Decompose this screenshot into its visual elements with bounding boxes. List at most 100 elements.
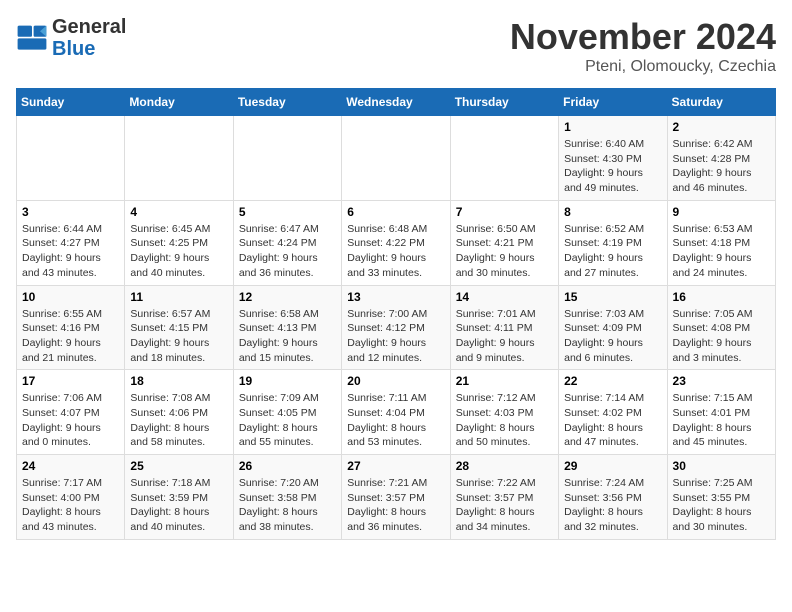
calendar-cell: 24 Sunrise: 7:17 AM Sunset: 4:00 PM Dayli… — [17, 455, 125, 540]
day-detail: Sunrise: 6:57 AM Sunset: 4:15 PM Dayligh… — [130, 307, 227, 366]
day-detail: Sunrise: 7:18 AM Sunset: 3:59 PM Dayligh… — [130, 476, 227, 535]
logo-icon — [16, 24, 48, 52]
calendar-cell: 13Sunrise: 7:00 AM Sunset: 4:12 PM Dayli… — [342, 285, 450, 370]
calendar-cell — [125, 116, 233, 201]
calendar-cell — [450, 116, 558, 201]
calendar-cell: 27 Sunrise: 7:21 AM Sunset: 3:57 PM Dayli… — [342, 455, 450, 540]
day-number: 11 — [130, 290, 227, 304]
day-detail: Sunrise: 7:03 AM Sunset: 4:09 PM Dayligh… — [564, 307, 661, 366]
calendar-cell: 19 Sunrise: 7:09 AM Sunset: 4:05 PM Dayli… — [233, 370, 341, 455]
calendar-cell: 12Sunrise: 6:58 AM Sunset: 4:13 PM Dayli… — [233, 285, 341, 370]
calendar-cell: 25 Sunrise: 7:18 AM Sunset: 3:59 PM Dayli… — [125, 455, 233, 540]
col-monday: Monday — [125, 89, 233, 116]
calendar-cell: 6Sunrise: 6:48 AM Sunset: 4:22 PM Daylig… — [342, 200, 450, 285]
calendar-cell: 2Sunrise: 6:42 AM Sunset: 4:28 PM Daylig… — [667, 116, 775, 201]
calendar-table: Sunday Monday Tuesday Wednesday Thursday… — [16, 88, 776, 540]
calendar-cell: 3 Sunrise: 6:44 AM Sunset: 4:27 PM Daylig… — [17, 200, 125, 285]
day-detail: Sunrise: 6:47 AM Sunset: 4:24 PM Dayligh… — [239, 222, 336, 281]
calendar-cell: 5 Sunrise: 6:47 AM Sunset: 4:24 PM Daylig… — [233, 200, 341, 285]
day-detail: Sunrise: 6:50 AM Sunset: 4:21 PM Dayligh… — [456, 222, 553, 281]
day-detail: Sunrise: 7:20 AM Sunset: 3:58 PM Dayligh… — [239, 476, 336, 535]
day-number: 24 — [22, 459, 119, 473]
day-detail: Sunrise: 6:53 AM Sunset: 4:18 PM Dayligh… — [673, 222, 770, 281]
logo: General Blue — [16, 16, 126, 60]
day-detail: Sunrise: 6:42 AM Sunset: 4:28 PM Dayligh… — [673, 137, 770, 196]
calendar-cell — [342, 116, 450, 201]
day-number: 23 — [673, 374, 770, 388]
calendar-week-row: 17 Sunrise: 7:06 AM Sunset: 4:07 PM Dayli… — [17, 370, 776, 455]
day-number: 21 — [456, 374, 553, 388]
day-number: 7 — [456, 205, 553, 219]
calendar-cell: 20 Sunrise: 7:11 AM Sunset: 4:04 PM Dayli… — [342, 370, 450, 455]
day-number: 30 — [673, 459, 770, 473]
calendar-week-row: 24 Sunrise: 7:17 AM Sunset: 4:00 PM Dayli… — [17, 455, 776, 540]
calendar-cell: 15 Sunrise: 7:03 AM Sunset: 4:09 PM Dayli… — [559, 285, 667, 370]
logo-text-blue: Blue — [52, 38, 126, 60]
calendar-cell: 23Sunrise: 7:15 AM Sunset: 4:01 PM Dayli… — [667, 370, 775, 455]
col-saturday: Saturday — [667, 89, 775, 116]
col-sunday: Sunday — [17, 89, 125, 116]
day-detail: Sunrise: 6:55 AM Sunset: 4:16 PM Dayligh… — [22, 307, 119, 366]
calendar-cell: 4 Sunrise: 6:45 AM Sunset: 4:25 PM Daylig… — [125, 200, 233, 285]
calendar-cell: 11 Sunrise: 6:57 AM Sunset: 4:15 PM Dayli… — [125, 285, 233, 370]
col-thursday: Thursday — [450, 89, 558, 116]
calendar-cell: 18Sunrise: 7:08 AM Sunset: 4:06 PM Dayli… — [125, 370, 233, 455]
day-number: 5 — [239, 205, 336, 219]
day-number: 3 — [22, 205, 119, 219]
calendar-week-row: 1Sunrise: 6:40 AM Sunset: 4:30 PM Daylig… — [17, 116, 776, 201]
day-number: 4 — [130, 205, 227, 219]
day-detail: Sunrise: 7:11 AM Sunset: 4:04 PM Dayligh… — [347, 391, 444, 450]
day-number: 6 — [347, 205, 444, 219]
logo-text-general: General — [52, 16, 126, 38]
day-number: 10 — [22, 290, 119, 304]
calendar-week-row: 3 Sunrise: 6:44 AM Sunset: 4:27 PM Daylig… — [17, 200, 776, 285]
calendar-cell — [17, 116, 125, 201]
day-number: 19 — [239, 374, 336, 388]
day-number: 25 — [130, 459, 227, 473]
calendar-cell: 21Sunrise: 7:12 AM Sunset: 4:03 PM Dayli… — [450, 370, 558, 455]
day-number: 26 — [239, 459, 336, 473]
day-detail: Sunrise: 7:06 AM Sunset: 4:07 PM Dayligh… — [22, 391, 119, 450]
calendar-cell: 9 Sunrise: 6:53 AM Sunset: 4:18 PM Daylig… — [667, 200, 775, 285]
day-number: 27 — [347, 459, 444, 473]
calendar-cell: 22Sunrise: 7:14 AM Sunset: 4:02 PM Dayli… — [559, 370, 667, 455]
calendar-cell: 28Sunrise: 7:22 AM Sunset: 3:57 PM Dayli… — [450, 455, 558, 540]
day-number: 18 — [130, 374, 227, 388]
calendar-cell: 16Sunrise: 7:05 AM Sunset: 4:08 PM Dayli… — [667, 285, 775, 370]
day-detail: Sunrise: 6:45 AM Sunset: 4:25 PM Dayligh… — [130, 222, 227, 281]
day-number: 8 — [564, 205, 661, 219]
day-number: 29 — [564, 459, 661, 473]
day-detail: Sunrise: 6:44 AM Sunset: 4:27 PM Dayligh… — [22, 222, 119, 281]
calendar-cell: 29Sunrise: 7:24 AM Sunset: 3:56 PM Dayli… — [559, 455, 667, 540]
calendar-cell: 17 Sunrise: 7:06 AM Sunset: 4:07 PM Dayli… — [17, 370, 125, 455]
day-number: 15 — [564, 290, 661, 304]
calendar-cell: 8 Sunrise: 6:52 AM Sunset: 4:19 PM Daylig… — [559, 200, 667, 285]
day-detail: Sunrise: 7:17 AM Sunset: 4:00 PM Dayligh… — [22, 476, 119, 535]
day-number: 22 — [564, 374, 661, 388]
col-tuesday: Tuesday — [233, 89, 341, 116]
day-number: 20 — [347, 374, 444, 388]
calendar-cell: 10 Sunrise: 6:55 AM Sunset: 4:16 PM Dayli… — [17, 285, 125, 370]
calendar-cell: 26 Sunrise: 7:20 AM Sunset: 3:58 PM Dayli… — [233, 455, 341, 540]
day-number: 1 — [564, 120, 661, 134]
day-detail: Sunrise: 7:21 AM Sunset: 3:57 PM Dayligh… — [347, 476, 444, 535]
day-number: 9 — [673, 205, 770, 219]
day-detail: Sunrise: 6:58 AM Sunset: 4:13 PM Dayligh… — [239, 307, 336, 366]
day-detail: Sunrise: 7:09 AM Sunset: 4:05 PM Dayligh… — [239, 391, 336, 450]
page-header: General Blue November 2024 Pteni, Olomou… — [16, 16, 776, 76]
day-number: 14 — [456, 290, 553, 304]
day-detail: Sunrise: 7:01 AM Sunset: 4:11 PM Dayligh… — [456, 307, 553, 366]
title-block: November 2024 Pteni, Olomoucky, Czechia — [510, 16, 776, 76]
day-detail: Sunrise: 7:00 AM Sunset: 4:12 PM Dayligh… — [347, 307, 444, 366]
day-number: 17 — [22, 374, 119, 388]
calendar-cell: 30 Sunrise: 7:25 AM Sunset: 3:55 PM Dayli… — [667, 455, 775, 540]
location-subtitle: Pteni, Olomoucky, Czechia — [510, 58, 776, 76]
day-detail: Sunrise: 7:22 AM Sunset: 3:57 PM Dayligh… — [456, 476, 553, 535]
calendar-week-row: 10 Sunrise: 6:55 AM Sunset: 4:16 PM Dayli… — [17, 285, 776, 370]
day-number: 16 — [673, 290, 770, 304]
calendar-cell: 14 Sunrise: 7:01 AM Sunset: 4:11 PM Dayli… — [450, 285, 558, 370]
calendar-cell: 7 Sunrise: 6:50 AM Sunset: 4:21 PM Daylig… — [450, 200, 558, 285]
day-detail: Sunrise: 6:52 AM Sunset: 4:19 PM Dayligh… — [564, 222, 661, 281]
day-detail: Sunrise: 7:25 AM Sunset: 3:55 PM Dayligh… — [673, 476, 770, 535]
calendar-cell — [233, 116, 341, 201]
